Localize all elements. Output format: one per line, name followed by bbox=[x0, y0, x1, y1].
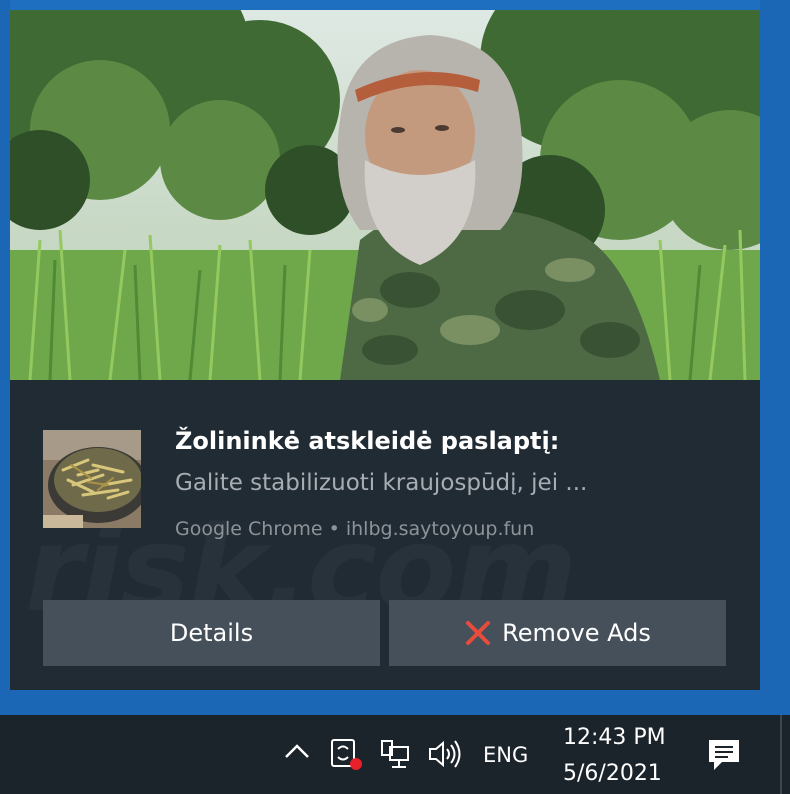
notification-title: Žolininkė atskleidė paslaptį: bbox=[175, 427, 560, 455]
notification-body: Galite stabilizuoti kraujospūdį, jei ... bbox=[175, 470, 588, 496]
notification-attribution: Google Chrome • ihlbg.saytoyoup.fun bbox=[175, 518, 535, 540]
taskbar: ENG 12:43 PM 5/6/2021 bbox=[0, 715, 790, 794]
volume-icon[interactable] bbox=[427, 739, 463, 773]
remove-ads-button[interactable]: Remove Ads bbox=[389, 600, 726, 666]
sync-alert-icon[interactable] bbox=[328, 735, 364, 775]
details-button[interactable]: Details bbox=[43, 600, 380, 666]
hero-image bbox=[10, 10, 760, 380]
notification-content: risk.com bbox=[10, 380, 760, 690]
remove-ads-button-label: Remove Ads bbox=[502, 619, 651, 647]
action-center-icon[interactable] bbox=[706, 737, 742, 777]
desktop-background bbox=[760, 0, 790, 715]
details-button-label: Details bbox=[169, 619, 254, 647]
clock-time[interactable]: 12:43 PM bbox=[563, 725, 666, 750]
close-icon bbox=[464, 619, 492, 647]
chevron-up-icon[interactable] bbox=[283, 741, 311, 765]
language-indicator[interactable]: ENG bbox=[483, 743, 528, 767]
network-icon[interactable] bbox=[378, 737, 412, 775]
desktop-background bbox=[0, 0, 10, 715]
notification-toast[interactable]: risk.com bbox=[10, 10, 760, 690]
show-desktop-divider[interactable] bbox=[780, 715, 782, 794]
desktop-background bbox=[0, 690, 790, 715]
clock-date[interactable]: 5/6/2021 bbox=[563, 761, 662, 786]
notification-thumbnail bbox=[43, 430, 141, 528]
